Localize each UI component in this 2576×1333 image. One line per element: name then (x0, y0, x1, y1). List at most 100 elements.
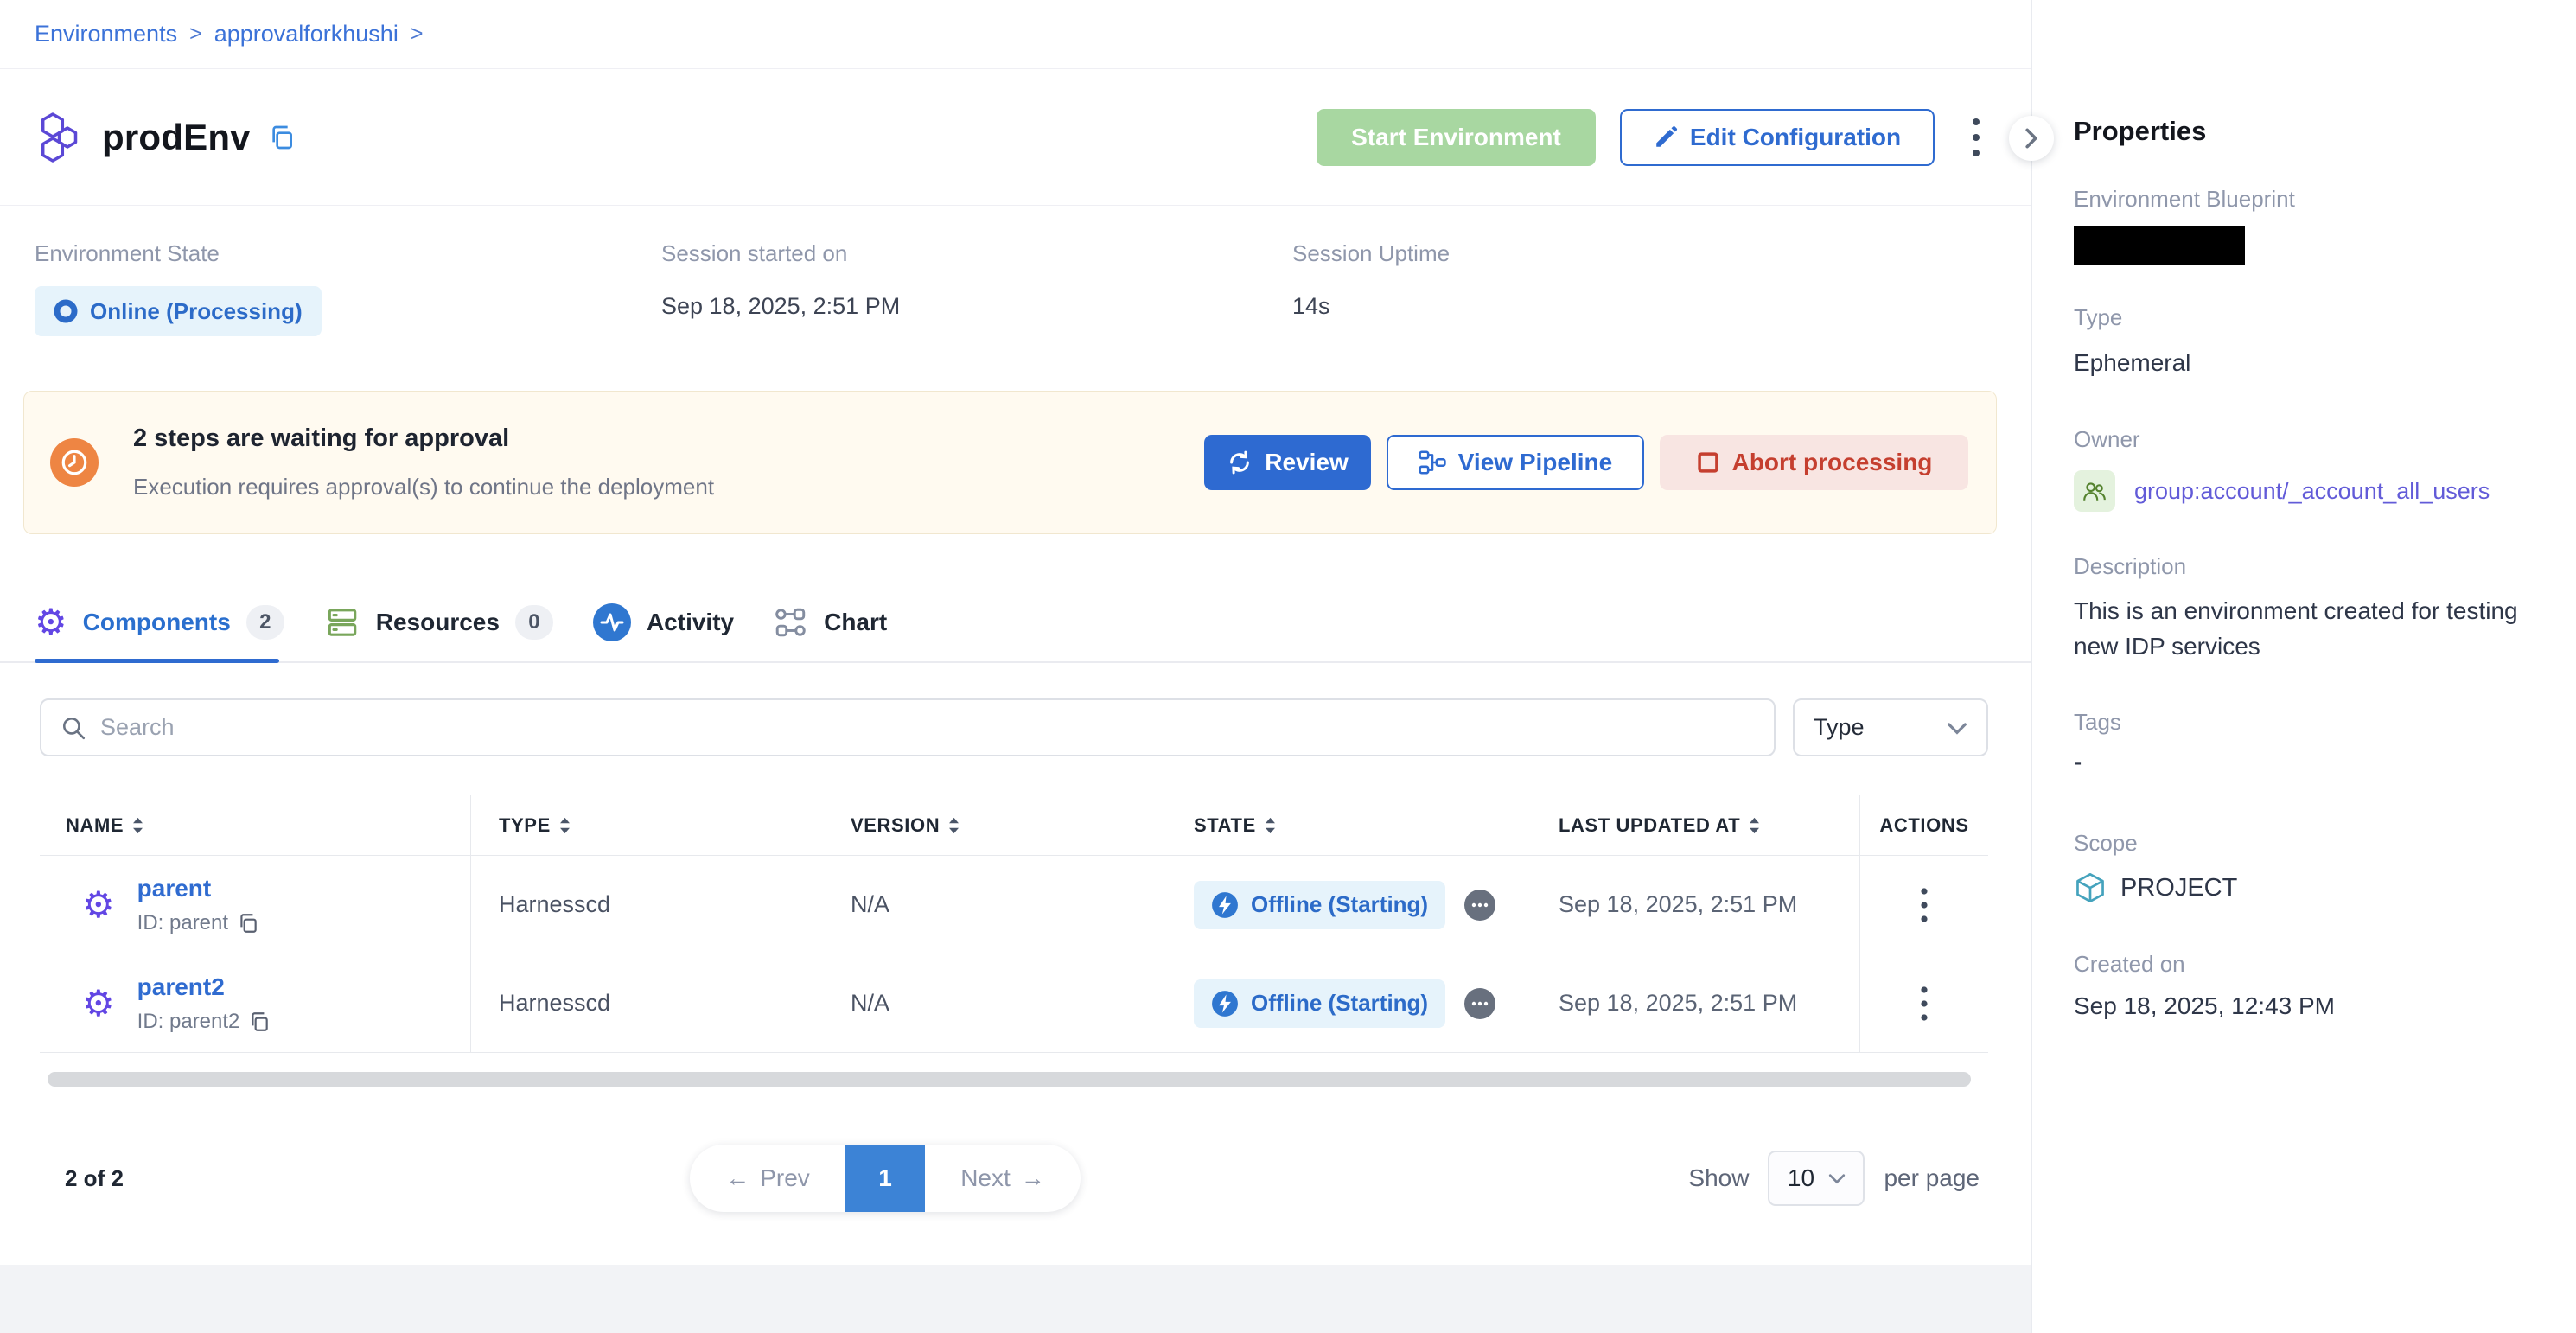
copy-icon[interactable] (248, 1011, 271, 1033)
page-size-control: Show 10 per page (1688, 1151, 1980, 1206)
component-state-badge: Offline (Starting) (1194, 881, 1445, 929)
pipeline-icon (1419, 450, 1446, 475)
copy-icon[interactable] (268, 124, 296, 151)
components-table: NAME TYPE VERSION STATE LAST UPDATED AT … (40, 795, 1988, 1053)
view-pipeline-label: View Pipeline (1458, 449, 1612, 476)
online-status-icon (54, 299, 78, 323)
component-state-label: Offline (Starting) (1251, 990, 1428, 1017)
clock-icon (50, 438, 99, 487)
tab-activity[interactable]: Activity (593, 603, 734, 641)
session-started-label: Session started on (661, 240, 1292, 267)
filter-row: Type (40, 698, 1988, 756)
table-row: ⚙ parent2 ID: parent2 Harnesscd N/A (40, 954, 1988, 1053)
search-input[interactable] (100, 714, 1755, 741)
page-number-button[interactable]: 1 (845, 1145, 925, 1212)
review-label: Review (1265, 449, 1349, 476)
bolt-icon (1211, 990, 1239, 1017)
next-page-button[interactable]: Next → (925, 1145, 1081, 1212)
edit-configuration-button[interactable]: Edit Configuration (1620, 109, 1935, 166)
environment-hexagons-icon (35, 111, 83, 164)
abort-processing-label: Abort processing (1732, 449, 1933, 476)
column-header-actions-label: ACTIONS (1879, 814, 1968, 837)
sort-icon[interactable] (1749, 816, 1760, 835)
column-header-type-label: TYPE (499, 814, 551, 837)
blueprint-redacted-value (2074, 226, 2245, 265)
sort-icon[interactable] (132, 816, 143, 835)
component-id: ID: parent2 (137, 1010, 240, 1034)
arrow-left-icon: ← (725, 1164, 749, 1192)
owner-group-link[interactable]: group:account/_account_all_users (2134, 478, 2490, 505)
tab-bar: ⚙ Components 2 Resources 0 Activity (0, 584, 2031, 663)
sort-icon[interactable] (1265, 816, 1276, 835)
tab-chart-label: Chart (824, 609, 887, 636)
component-name-link[interactable]: parent (137, 875, 259, 902)
pagination-summary: 2 of 2 (65, 1165, 124, 1192)
chevron-right-icon (2024, 128, 2038, 149)
session-started-value: Sep 18, 2025, 2:51 PM (661, 293, 1292, 320)
breadcrumb-environments[interactable]: Environments (35, 21, 177, 48)
environment-state-value: Online (Processing) (90, 298, 303, 325)
abort-processing-button[interactable]: Abort processing (1660, 435, 1968, 490)
collapse-panel-button[interactable] (2009, 116, 2054, 161)
pager: ← Prev 1 Next → (690, 1145, 1081, 1212)
start-environment-button[interactable]: Start Environment (1317, 109, 1596, 166)
header-actions: Start Environment Edit Configuration (1317, 109, 1993, 166)
environment-status-row: Environment State Online (Processing) Se… (0, 206, 2031, 391)
blueprint-label: Environment Blueprint (2074, 186, 2295, 213)
tab-components-count: 2 (246, 605, 284, 640)
column-header-last-updated[interactable]: LAST UPDATED AT (1517, 795, 1859, 855)
column-header-state[interactable]: STATE (1154, 795, 1517, 855)
created-on-label: Created on (2074, 951, 2185, 978)
page-size-dropdown[interactable]: 10 (1768, 1151, 1865, 1206)
owner-label: Owner (2074, 426, 2140, 453)
tab-resources[interactable]: Resources 0 (324, 604, 553, 641)
column-header-type[interactable]: TYPE (471, 795, 821, 855)
scope-label: Scope (2074, 830, 2138, 857)
tags-label: Tags (2074, 709, 2121, 736)
prev-label: Prev (760, 1164, 810, 1192)
table-row: ⚙ parent ID: parent Harnesscd N/A (40, 856, 1988, 954)
column-header-version[interactable]: VERSION (821, 795, 1154, 855)
table-header-row: NAME TYPE VERSION STATE LAST UPDATED AT … (40, 795, 1988, 856)
row-actions (1859, 954, 1988, 1052)
component-last-updated: Sep 18, 2025, 2:51 PM (1517, 954, 1859, 1052)
row-more-options-icon[interactable] (1907, 979, 1942, 1028)
component-gear-icon: ⚙ (82, 985, 115, 1022)
state-ellipsis-icon[interactable] (1464, 890, 1495, 921)
breadcrumb-approvalforkhushi[interactable]: approvalforkhushi (214, 21, 399, 48)
more-options-icon[interactable] (1959, 113, 1993, 162)
tab-chart[interactable]: Chart (774, 605, 887, 640)
horizontal-scrollbar[interactable] (48, 1072, 1971, 1087)
copy-icon[interactable] (237, 912, 259, 934)
resources-icon (324, 604, 360, 641)
column-header-actions: ACTIONS (1859, 795, 1988, 855)
tab-components[interactable]: ⚙ Components 2 (35, 604, 284, 641)
show-label: Show (1688, 1164, 1749, 1192)
scope-value: PROJECT (2120, 874, 2237, 902)
column-header-name[interactable]: NAME (40, 795, 471, 855)
pencil-icon (1654, 125, 1678, 150)
page-background (0, 1265, 2031, 1333)
tab-resources-label: Resources (376, 609, 500, 636)
environment-state-label: Environment State (35, 240, 661, 267)
sort-icon[interactable] (948, 816, 960, 835)
breadcrumb-separator: > (411, 22, 424, 47)
page-title: prodEnv (102, 117, 251, 158)
view-pipeline-button[interactable]: View Pipeline (1387, 435, 1644, 490)
tab-resources-count: 0 (515, 605, 553, 640)
prev-page-button[interactable]: ← Prev (690, 1145, 845, 1212)
environment-state-badge: Online (Processing) (35, 286, 322, 336)
start-environment-label: Start Environment (1351, 124, 1561, 151)
sort-icon[interactable] (559, 816, 571, 835)
description-value: This is an environment created for testi… (2074, 593, 2541, 664)
component-state-badge: Offline (Starting) (1194, 979, 1445, 1028)
search-box (40, 698, 1776, 756)
row-more-options-icon[interactable] (1907, 881, 1942, 929)
review-button[interactable]: Review (1204, 435, 1371, 490)
state-ellipsis-icon[interactable] (1464, 988, 1495, 1019)
component-name-link[interactable]: parent2 (137, 973, 271, 1001)
cube-icon (2074, 871, 2107, 904)
component-version: N/A (821, 856, 1154, 954)
type-filter-dropdown[interactable]: Type (1793, 698, 1988, 756)
component-gear-icon: ⚙ (82, 887, 115, 923)
